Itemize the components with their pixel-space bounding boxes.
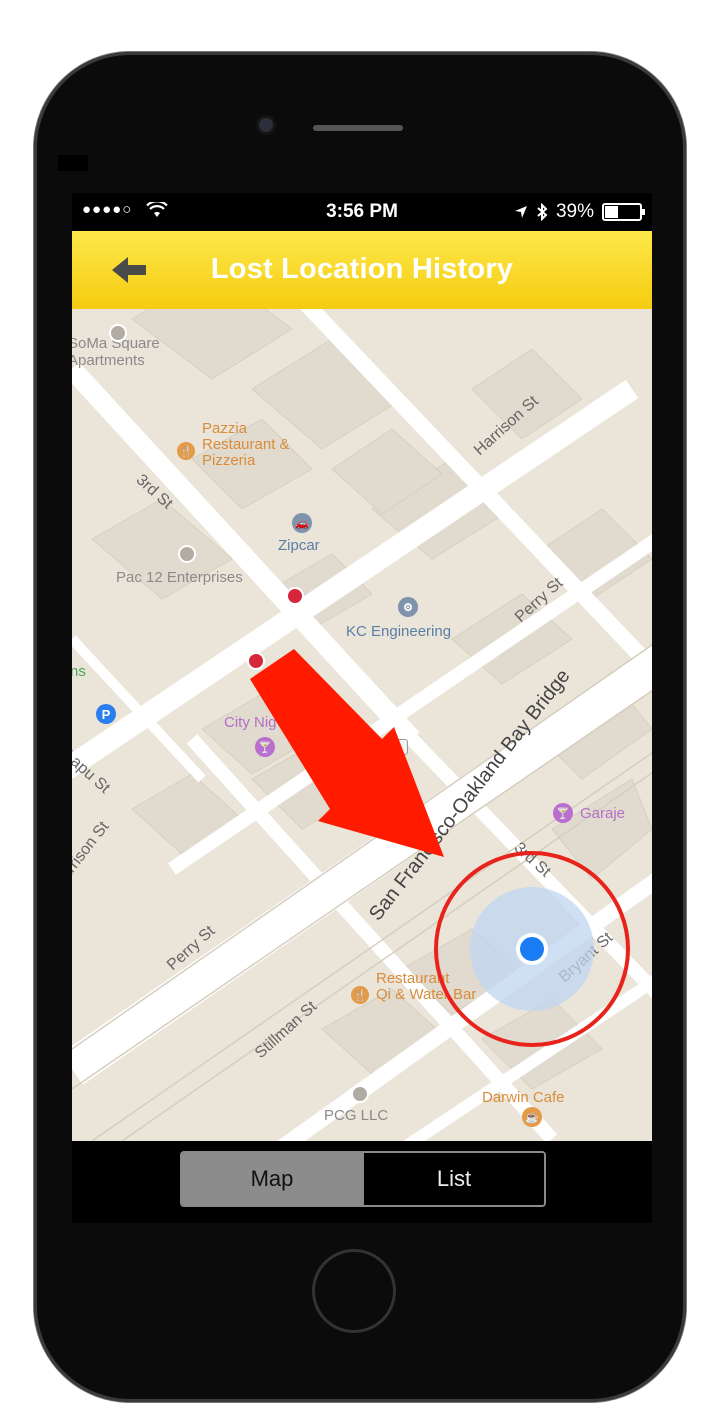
view-segmented-control: Map List	[180, 1151, 546, 1207]
battery-icon	[602, 203, 645, 221]
earpiece-speaker	[313, 125, 403, 131]
status-bar: ●●●●○ 3:56 PM 39%	[72, 193, 652, 231]
status-right: 39%	[514, 201, 645, 223]
location-services-icon	[514, 206, 527, 218]
front-camera	[259, 118, 273, 132]
side-button	[58, 155, 88, 171]
bluetooth-icon	[537, 203, 548, 221]
battery-percent: 39%	[555, 201, 594, 222]
nav-bar: Lost Location History	[72, 231, 652, 309]
location-overlay	[250, 649, 630, 1047]
bottom-toolbar: Map List	[72, 1141, 652, 1223]
screen: ●●●●○ 3:56 PM 39% Lost Location History	[72, 193, 652, 1223]
home-button[interactable]	[312, 1249, 396, 1333]
tab-map[interactable]: Map	[182, 1153, 362, 1205]
map-view[interactable]: SoMa Square Apartments 🍴 Pazzia Restaura…	[72, 309, 652, 1141]
red-arrow-icon	[250, 649, 444, 857]
page-title: Lost Location History	[210, 253, 514, 285]
location-dot	[520, 937, 544, 961]
tab-list[interactable]: List	[362, 1153, 544, 1205]
